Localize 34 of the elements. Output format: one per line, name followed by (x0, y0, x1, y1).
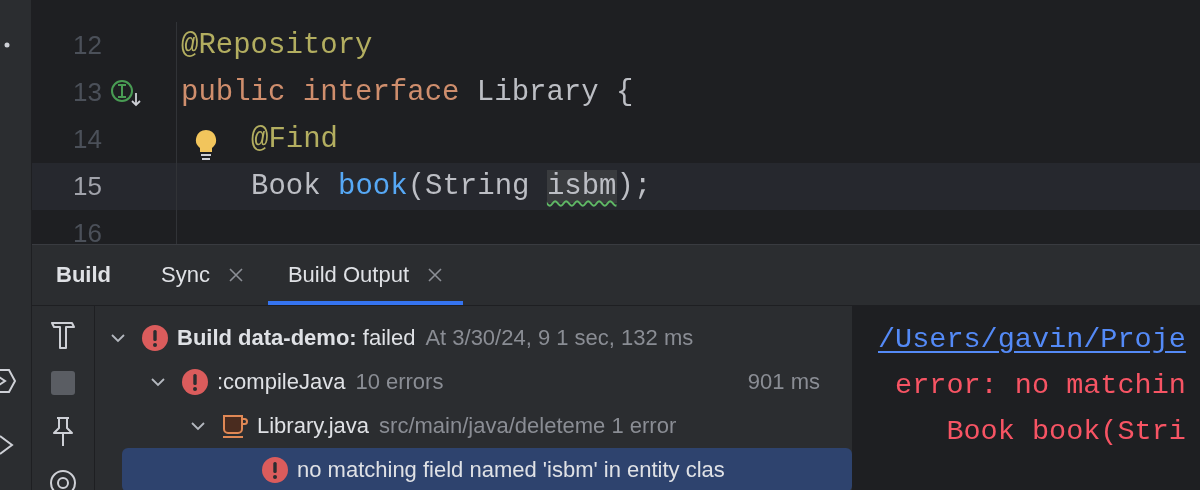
tree-row[interactable]: :compileJava 10 errors 901 ms (95, 360, 852, 404)
implemented-icon[interactable] (110, 78, 142, 107)
node-detail: At 3/30/24, 9 1 sec, 132 ms (425, 325, 694, 351)
lightbulb-icon[interactable] (195, 129, 217, 161)
node-label: :compileJava (217, 369, 346, 395)
tab[interactable]: Sync (141, 245, 264, 305)
node-label: Library.java (257, 413, 370, 439)
dot-icon (4, 42, 10, 48)
error-icon (141, 324, 169, 352)
error-icon (261, 456, 289, 484)
node-label: Build data-demo: failed (177, 325, 416, 351)
close-icon[interactable] (427, 267, 443, 283)
line-number: 15 (72, 171, 102, 202)
tree-row[interactable]: Library.java src/main/java/deleteme 1 error (95, 404, 852, 448)
tree-row[interactable]: no matching field named 'isbm' in entity clas (122, 448, 852, 490)
node-time: 901 ms (747, 369, 820, 395)
node-label: no matching field named 'isbm' in entity clas (297, 457, 725, 483)
cup-icon (221, 412, 249, 440)
node-detail: 10 errors (355, 369, 444, 395)
code-line: @Find (177, 123, 1200, 156)
node-detail: src/main/java/deleteme 1 error (379, 413, 677, 439)
console-line: Book book(Stri (945, 414, 1186, 448)
pin-icon[interactable] (50, 416, 76, 448)
panel-title: Build (55, 262, 112, 288)
code-line: @Repository (180, 29, 374, 62)
hammer-icon[interactable] (49, 320, 77, 350)
tab[interactable]: Build Output (267, 245, 463, 305)
tree-row[interactable]: Build data-demo: failed At 3/30/24, 9 1 sec, 132 ms (95, 316, 852, 360)
close-icon[interactable] (227, 267, 244, 283)
error-icon (181, 368, 209, 396)
code-line: public interface Library { (180, 76, 635, 109)
file-link[interactable]: /Users/gavin/Proje (878, 322, 1186, 356)
code-line: Book book(String isbm); (250, 170, 653, 203)
console-line: error: no matchin (894, 368, 1186, 402)
